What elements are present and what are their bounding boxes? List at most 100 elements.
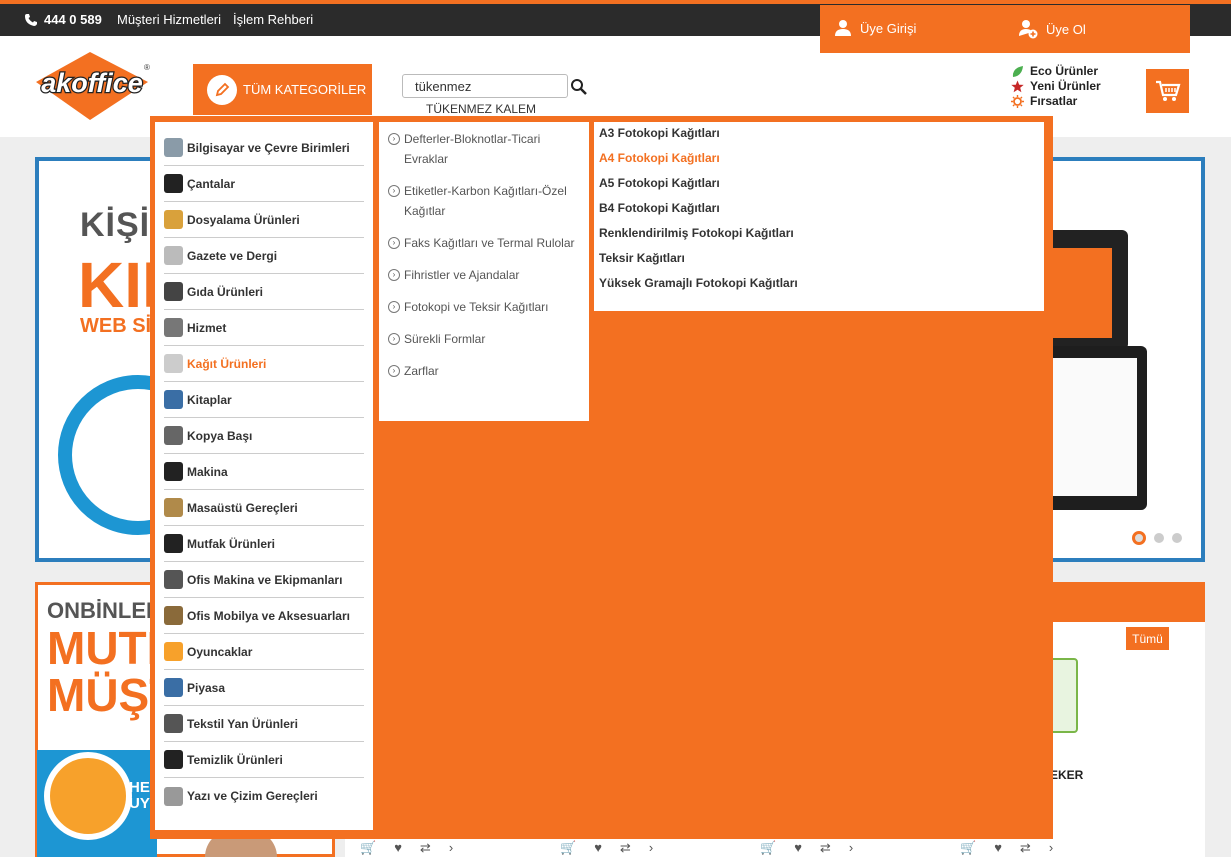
category-label: Hizmet [187, 320, 227, 335]
textile-icon [164, 714, 183, 733]
heart-icon[interactable]: ♥ [994, 840, 1002, 856]
slider-dot[interactable] [1172, 533, 1182, 543]
sun-icon [1011, 95, 1024, 108]
heart-icon[interactable]: ♥ [594, 840, 602, 856]
compare-icon[interactable]: ⇄ [1020, 840, 1031, 856]
smiley-icon [44, 752, 132, 840]
category-item[interactable]: Hizmet [164, 310, 364, 346]
category-item[interactable]: Makina [164, 454, 364, 490]
search-suggestion[interactable]: TÜKENMEZ KALEM [426, 102, 536, 116]
category-item[interactable]: Çantalar [164, 166, 364, 202]
category-item[interactable]: Yazı ve Çizim Gereçleri [164, 778, 364, 814]
cart-button[interactable] [1146, 69, 1189, 113]
compare-icon[interactable]: ⇄ [620, 840, 631, 856]
subcategory-item[interactable]: › Fotokopi ve Teksir Kağıtları [388, 297, 581, 317]
compare-icon[interactable]: ⇄ [820, 840, 831, 856]
category-label: Kağıt Ürünleri [187, 356, 267, 371]
subcategory-item[interactable]: › Fihristler ve Ajandalar [388, 265, 581, 285]
chevron-right-icon[interactable]: › [649, 840, 653, 856]
category-item[interactable]: Bilgisayar ve Çevre Birimleri [164, 130, 364, 166]
cart-icon[interactable]: 🛒 [960, 840, 976, 856]
third-level-item[interactable]: Yüksek Gramajlı Fotokopi Kağıtları [599, 274, 1039, 299]
chevron-right-icon: › [388, 133, 400, 145]
heart-icon[interactable]: ♥ [794, 840, 802, 856]
toy-icon [164, 642, 183, 661]
category-item[interactable]: Gıda Ürünleri [164, 274, 364, 310]
chevron-right-icon[interactable]: › [849, 840, 853, 856]
phone-icon [25, 14, 37, 26]
chevron-right-icon: › [388, 365, 400, 377]
customer-service-link[interactable]: Müşteri Hizmetleri [117, 12, 221, 27]
cart-icon[interactable]: 🛒 [760, 840, 776, 856]
new-products-link[interactable]: Yeni Ürünler [1011, 79, 1101, 94]
category-label: Gıda Ürünleri [187, 284, 264, 299]
third-level-item[interactable]: Renklendirilmiş Fotokopi Kağıtları [599, 224, 1039, 249]
all-categories-button[interactable]: TÜM KATEGORİLER [193, 64, 372, 115]
search-input[interactable] [402, 74, 568, 98]
category-item[interactable]: Mutfak Ürünleri [164, 526, 364, 562]
tools-icon [164, 318, 183, 337]
add-user-icon [1019, 20, 1038, 39]
third-level-item[interactable]: A3 Fotokopi Kağıtları [599, 124, 1039, 149]
furniture-icon [164, 606, 183, 625]
category-label: Ofis Makina ve Ekipmanları [187, 572, 343, 587]
newspaper-icon [164, 246, 183, 265]
third-level-item[interactable]: Teksir Kağıtları [599, 249, 1039, 274]
subcategory-item[interactable]: › Etiketler-Karbon Kağıtları-Özel Kağıtla… [388, 181, 581, 221]
deals-link[interactable]: Fırsatlar [1011, 94, 1101, 109]
category-item[interactable]: Kağıt Ürünleri [164, 346, 364, 382]
product-actions: 🛒 ♥ ⇄ › [560, 840, 653, 856]
subcategory-item[interactable]: › Sürekli Formlar [388, 329, 581, 349]
see-all-button[interactable]: Tümü [1126, 627, 1169, 650]
transaction-guide-link[interactable]: İşlem Rehberi [233, 12, 313, 27]
slider-dot-active[interactable] [1132, 531, 1146, 545]
compare-icon[interactable]: ⇄ [420, 840, 431, 856]
category-list: Bilgisayar ve Çevre Birimleri Çantalar Dos… [155, 122, 373, 830]
product-name[interactable]: EKER [1050, 768, 1083, 782]
category-item[interactable]: Oyuncaklar [164, 634, 364, 670]
chevron-right-icon[interactable]: › [1049, 840, 1053, 856]
category-item[interactable]: Dosyalama Ürünleri [164, 202, 364, 238]
svg-text:®: ® [144, 63, 150, 72]
market-icon [164, 678, 183, 697]
third-level-item[interactable]: B4 Fotokopi Kağıtları [599, 199, 1039, 224]
paper-icon [164, 354, 183, 373]
calculator-icon [164, 462, 183, 481]
book-icon [164, 390, 183, 409]
user-icon [835, 20, 851, 36]
subcategory-list: › Defterler-Bloknotlar-Ticari Evraklar › Et… [379, 122, 589, 421]
subcategory-item[interactable]: › Faks Kağıtları ve Termal Rulolar [388, 233, 581, 253]
slider-dot[interactable] [1154, 533, 1164, 543]
category-label: Kitaplar [187, 392, 232, 407]
broom-icon [164, 750, 183, 769]
akoffice-logo[interactable]: akoffice ® [30, 50, 155, 122]
category-item[interactable]: Tekstil Yan Ürünleri [164, 706, 364, 742]
category-item[interactable]: Ofis Mobilya ve Aksesuarları [164, 598, 364, 634]
chevron-right-icon: › [388, 237, 400, 249]
third-level-item[interactable]: A5 Fotokopi Kağıtları [599, 174, 1039, 199]
cart-icon[interactable]: 🛒 [560, 840, 576, 856]
category-item[interactable]: Gazete ve Dergi [164, 238, 364, 274]
category-label: Temizlik Ürünleri [187, 752, 283, 767]
chevron-right-icon[interactable]: › [449, 840, 453, 856]
search-icon[interactable] [570, 78, 588, 96]
third-level-item[interactable]: A4 Fotokopi Kağıtları [599, 149, 1039, 174]
category-item[interactable]: Temizlik Ürünleri [164, 742, 364, 778]
chevron-right-icon: › [388, 301, 400, 313]
subcategory-item[interactable]: › Zarflar [388, 361, 581, 381]
register-button[interactable]: Üye Ol [1018, 19, 1086, 39]
logo-text: akoffice [41, 68, 143, 98]
category-label: Makina [187, 464, 228, 479]
subcategory-item[interactable]: › Defterler-Bloknotlar-Ticari Evraklar [388, 129, 581, 169]
category-label: Çantalar [187, 176, 236, 191]
category-item[interactable]: Kopya Başı [164, 418, 364, 454]
heart-icon[interactable]: ♥ [394, 840, 402, 856]
category-item[interactable]: Piyasa [164, 670, 364, 706]
cart-icon[interactable]: 🛒 [360, 840, 376, 856]
category-item[interactable]: Masaüstü Gereçleri [164, 490, 364, 526]
category-item[interactable]: Ofis Makina ve Ekipmanları [164, 562, 364, 598]
category-item[interactable]: Kitaplar [164, 382, 364, 418]
eco-products-link[interactable]: Eco Ürünler [1011, 64, 1101, 79]
slider-dots [1132, 531, 1182, 545]
login-button[interactable]: Üye Girişi [834, 19, 916, 37]
